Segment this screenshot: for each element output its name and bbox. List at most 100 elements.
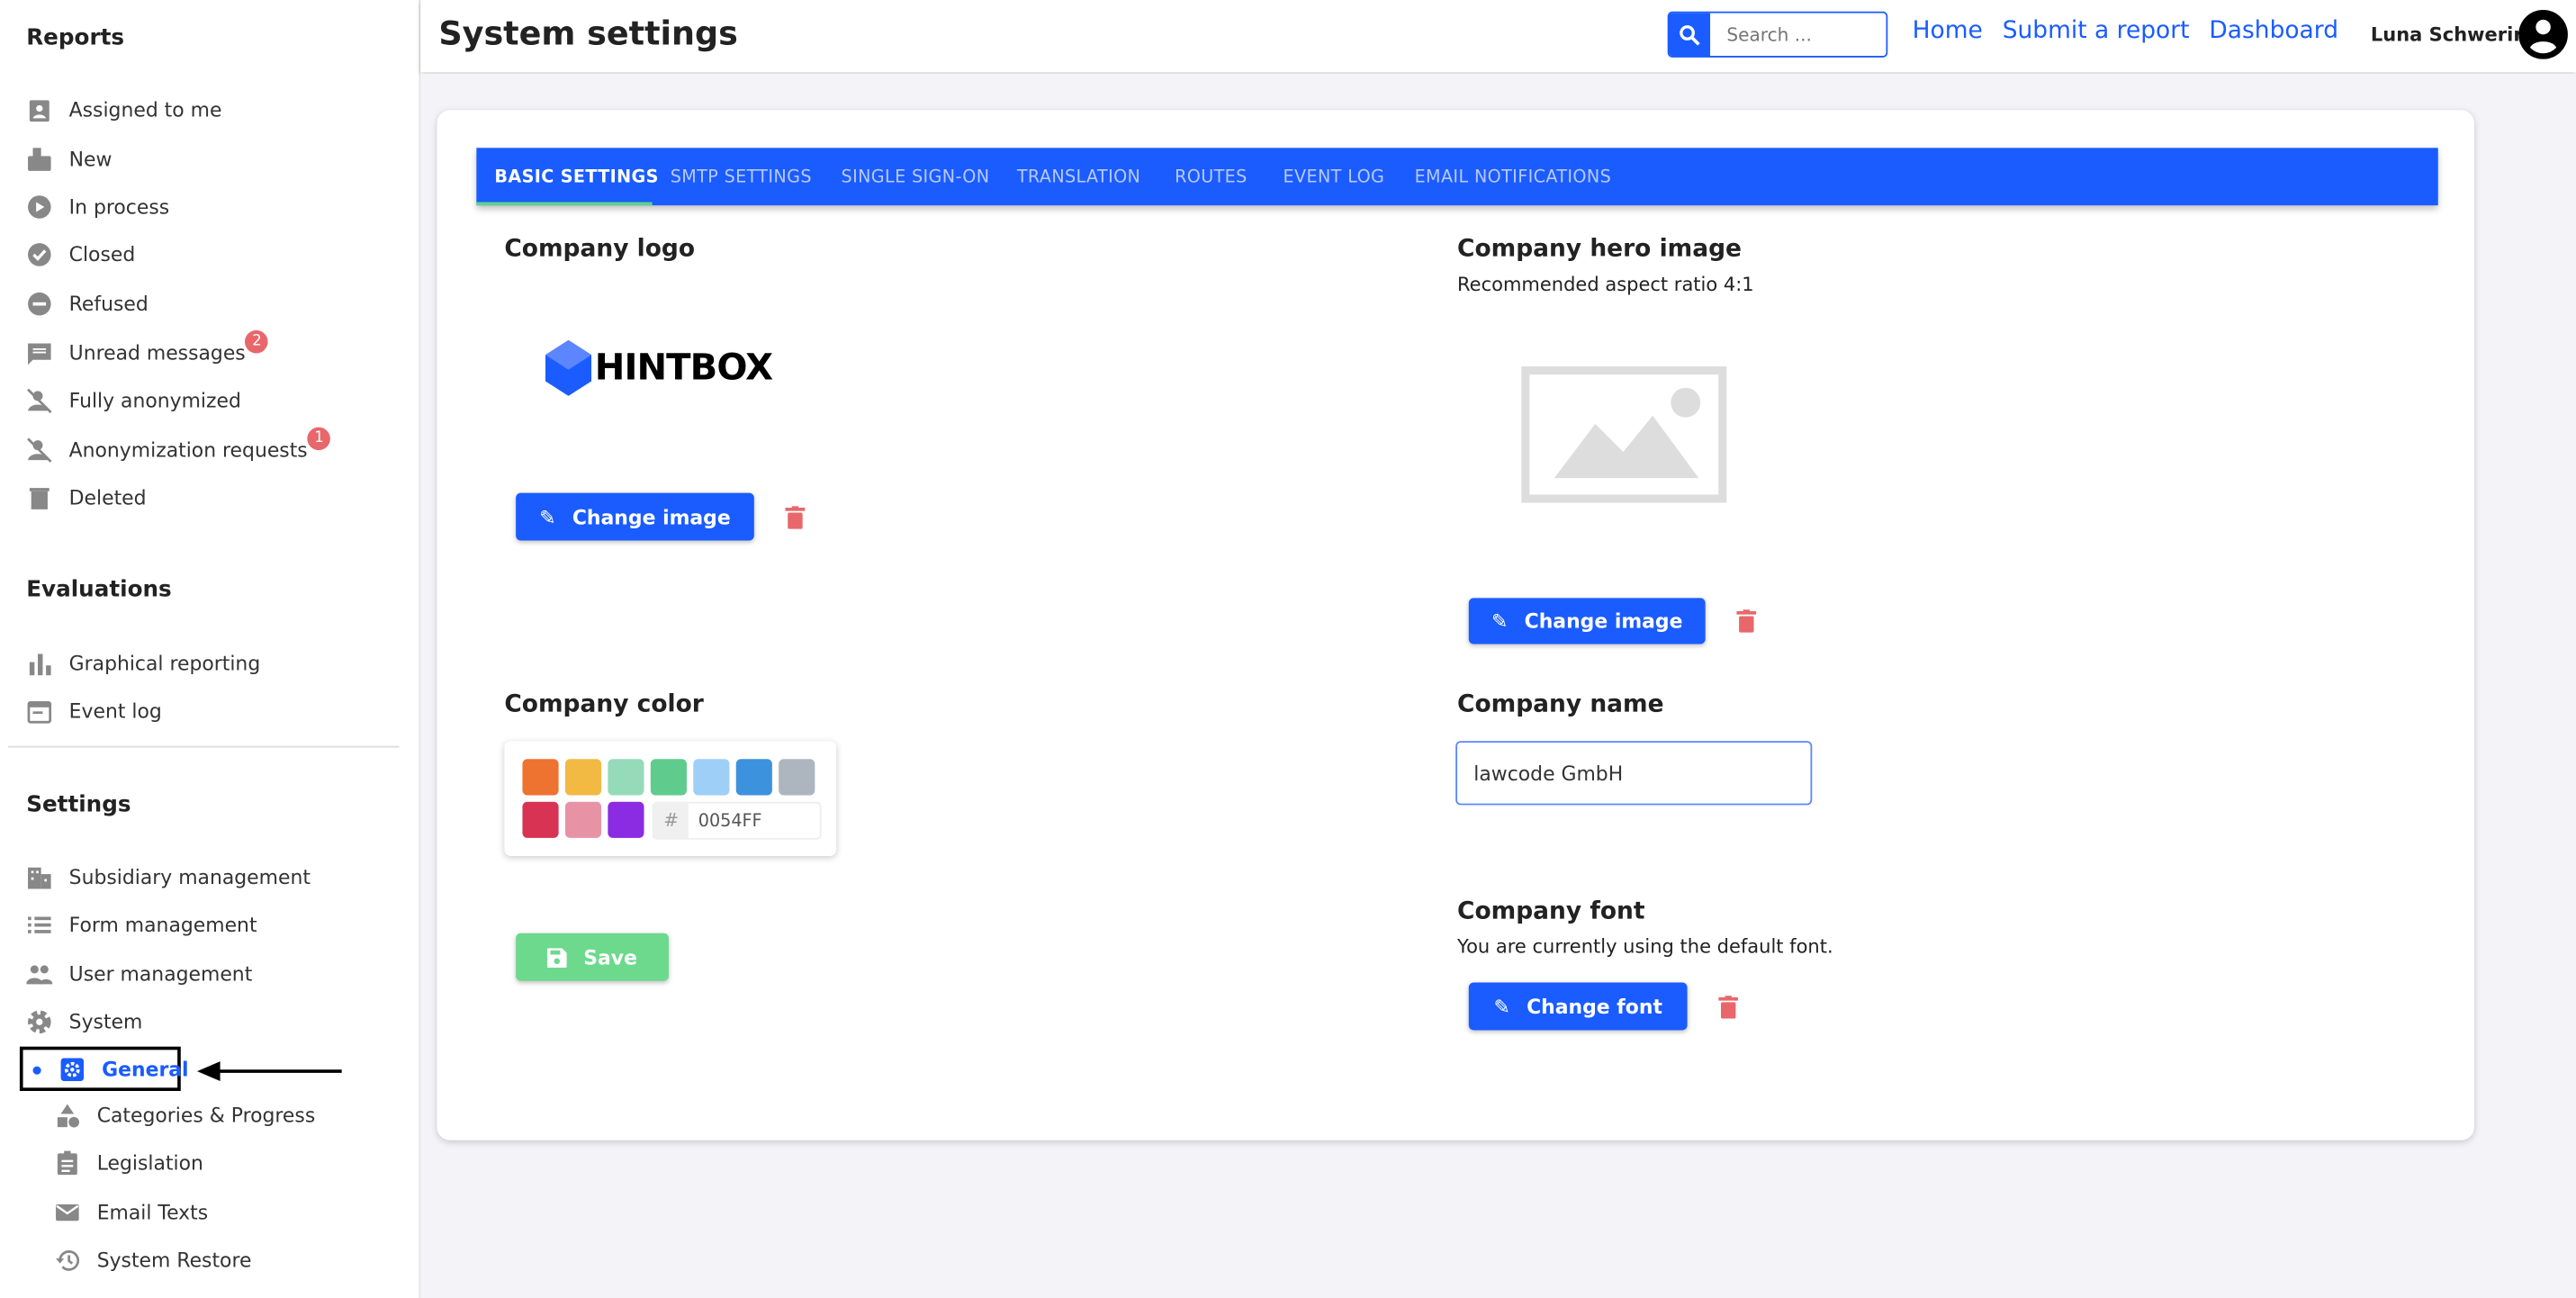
sidebar-item-legislation[interactable]: Legislation	[54, 1147, 203, 1180]
sidebar-item-new[interactable]: New	[26, 143, 112, 176]
color-swatch[interactable]	[564, 759, 602, 796]
color-swatch[interactable]	[522, 759, 559, 796]
top-nav: Home Submit a report Dashboard	[1913, 18, 2338, 44]
tab-email-notifications[interactable]: EMAIL NOTIFICATIONS	[1415, 148, 1612, 205]
sidebar-item-label: In process	[68, 195, 170, 219]
color-swatch[interactable]	[608, 759, 644, 796]
sidebar-item-unread-messages[interactable]: Unread messages 2	[26, 329, 269, 370]
sidebar-item-system[interactable]: System	[26, 1005, 142, 1039]
sidebar-item-label: Unread messages 2	[69, 329, 269, 365]
color-swatch[interactable]	[735, 759, 772, 796]
settings-heading: Settings	[26, 791, 131, 818]
color-swatch[interactable]	[779, 759, 815, 796]
shapes-icon	[54, 1103, 80, 1129]
change-font-button[interactable]: ✎ Change font	[1468, 982, 1688, 1031]
hero-image-heading: Company hero image	[1457, 236, 1742, 264]
sidebar-item-label: New	[68, 148, 113, 171]
sidebar-item-assigned-to-me[interactable]: Assigned to me	[26, 94, 221, 127]
color-picker: # 0054FF	[504, 741, 837, 856]
tab-smtp-settings[interactable]: SMTP SETTINGS	[671, 148, 812, 205]
hex-value[interactable]: 0054FF	[689, 804, 762, 838]
evaluations-heading: Evaluations	[26, 576, 172, 603]
page-title: System settings	[438, 13, 738, 53]
delete-logo-trash-icon[interactable]	[785, 506, 806, 529]
message-icon	[26, 340, 52, 366]
color-swatch[interactable]	[693, 759, 730, 796]
sidebar-item-fully-anonymized[interactable]: Fully anonymized	[26, 384, 241, 418]
color-swatch[interactable]	[608, 801, 644, 838]
tab-translation[interactable]: TRANSLATION	[1017, 148, 1140, 205]
pencil-icon: ✎	[539, 505, 556, 528]
sidebar-item-label: Deleted	[68, 486, 147, 509]
sidebar-item-user-management[interactable]: User management	[26, 958, 252, 991]
sidebar-item-graphical-reporting[interactable]: Graphical reporting	[26, 647, 260, 681]
sidebar-item-form-management[interactable]: Form management	[26, 908, 257, 942]
company-name-input[interactable]: lawcode GmbH	[1455, 741, 1813, 806]
hash-label: #	[653, 803, 689, 838]
sidebar-item-deleted[interactable]: Deleted	[26, 482, 147, 515]
save-icon	[547, 947, 567, 968]
person-off-icon	[26, 437, 52, 464]
change-hero-button[interactable]: ✎ Change image	[1468, 598, 1706, 644]
color-swatch[interactable]	[564, 801, 602, 838]
calendar-icon	[26, 699, 52, 725]
settings-box-icon	[59, 1057, 86, 1083]
nav-dashboard[interactable]: Dashboard	[2209, 18, 2338, 44]
sidebar: Reports Evaluations Settings General Ass…	[0, 0, 421, 1298]
user-name[interactable]: Luna Schwerin	[2371, 23, 2526, 47]
sidebar-item-label: Event log	[68, 699, 162, 724]
sidebar-item-in-process[interactable]: In process	[26, 191, 169, 224]
tab-routes[interactable]: ROUTES	[1175, 148, 1247, 205]
assignment-ind-icon	[26, 97, 52, 123]
sidebar-item-anonymization-requests[interactable]: Anonymization requests 1	[26, 427, 331, 467]
tab-single-sign-on[interactable]: SINGLE SIGN-ON	[842, 148, 990, 205]
hex-input[interactable]: # 0054FF	[652, 801, 822, 840]
sidebar-item-label: Refused	[68, 292, 149, 316]
change-logo-button[interactable]: ✎ Change image	[516, 492, 754, 541]
divider	[8, 745, 400, 748]
mailbox-icon	[26, 146, 52, 172]
save-button[interactable]: Save	[516, 933, 669, 981]
button-label: Change image	[572, 505, 731, 528]
company-font-heading: Company font	[1457, 898, 1645, 925]
search-input[interactable]	[1710, 13, 1887, 57]
sidebar-item-refused[interactable]: Refused	[26, 287, 149, 320]
sidebar-item-email-texts[interactable]: Email Texts	[54, 1196, 208, 1230]
tab-indicator	[476, 202, 653, 206]
search-icon[interactable]	[1669, 13, 1711, 57]
company-name-heading: Company name	[1457, 691, 1664, 718]
logo-text: HINTBOX	[594, 347, 773, 389]
person-off-icon	[26, 388, 52, 414]
color-swatch[interactable]	[522, 801, 559, 838]
button-label: Change font	[1527, 995, 1662, 1018]
list-icon	[26, 912, 52, 938]
delete-font-trash-icon[interactable]	[1718, 996, 1739, 1019]
nav-submit-report[interactable]: Submit a report	[2003, 18, 2190, 44]
sidebar-item-subsidiary-management[interactable]: Subsidiary management	[26, 861, 311, 894]
company-logo-heading: Company logo	[504, 236, 696, 264]
sidebar-item-categories-progress[interactable]: Categories & Progress	[54, 1099, 315, 1132]
color-swatch[interactable]	[650, 759, 687, 796]
sidebar-item-label: System	[68, 1010, 143, 1034]
check-circle-icon	[26, 241, 52, 267]
nav-home[interactable]: Home	[1913, 18, 1983, 44]
company-color-heading: Company color	[504, 691, 704, 718]
sidebar-item-label: Fully anonymized	[68, 389, 241, 413]
reports-heading: Reports	[26, 24, 125, 51]
button-label: Change image	[1524, 609, 1683, 633]
search-box[interactable]	[1667, 11, 1888, 58]
sidebar-item-closed[interactable]: Closed	[26, 239, 135, 272]
avatar-icon[interactable]	[2518, 9, 2568, 59]
tab-basic-settings[interactable]: BASIC SETTINGS	[494, 148, 658, 205]
sidebar-item-general[interactable]: General	[32, 1053, 189, 1086]
sidebar-item-label: User management	[68, 962, 253, 987]
button-label: Save	[583, 945, 637, 969]
company-logo: HINTBOX	[545, 339, 773, 396]
sidebar-item-system-restore[interactable]: System Restore	[54, 1244, 251, 1277]
sidebar-item-label: Email Texts	[96, 1201, 209, 1224]
building-icon	[26, 864, 52, 890]
delete-hero-trash-icon[interactable]	[1736, 609, 1757, 633]
sidebar-item-label: Subsidiary management	[68, 865, 311, 889]
sidebar-item-event-log[interactable]: Event log	[26, 695, 162, 728]
tab-event-log[interactable]: EVENT LOG	[1283, 148, 1385, 205]
